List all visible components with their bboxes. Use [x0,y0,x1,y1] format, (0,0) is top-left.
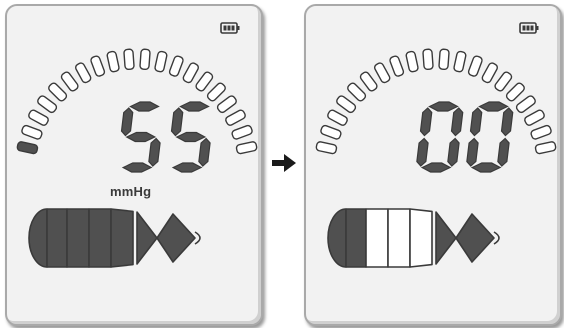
bulb-segment [28,208,48,268]
display-before-panel: mmHg [5,4,263,326]
bulb-segment [327,208,347,268]
bulb-segment [46,208,68,268]
bulb-segment [387,208,411,268]
bulb-segment [136,211,158,265]
right-arrow-icon [272,154,296,172]
bulb-segment [435,211,457,265]
bulb-segment [110,208,134,268]
display-after-panel [304,4,562,326]
bulb-indicator [327,208,500,268]
bulb-segment [365,208,389,268]
bulb-indicator [28,208,201,268]
bulb-segment [345,208,367,268]
bulb-segment [156,213,196,263]
bulb-segment [66,208,90,268]
bulb-segment [409,208,433,268]
bulb-segment [88,208,112,268]
bulb-segment [455,213,495,263]
